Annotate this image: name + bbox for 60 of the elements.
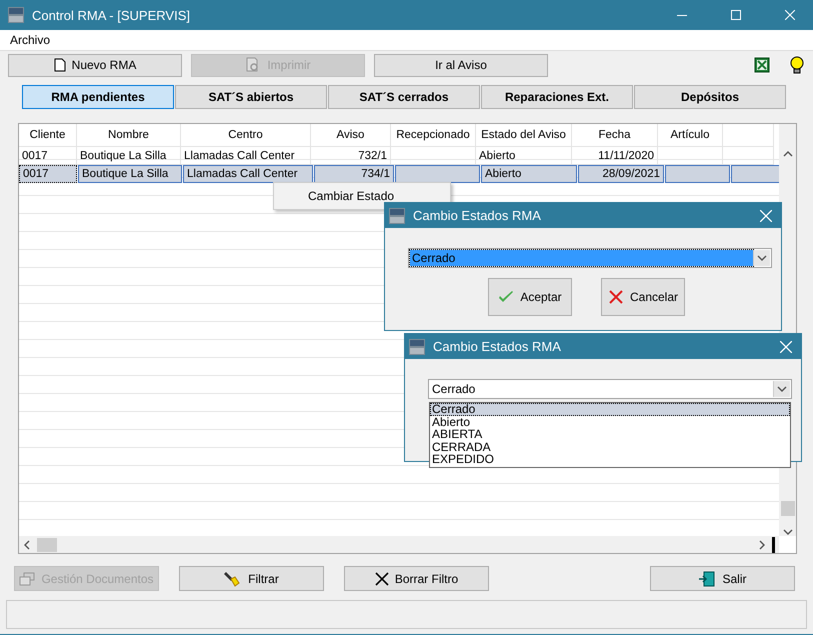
action-button[interactable]: Filtrar <box>179 566 324 591</box>
horizontal-scrollbar[interactable] <box>19 536 779 553</box>
status-select[interactable]: Cerrado <box>428 379 792 399</box>
document-icon <box>54 58 66 72</box>
spreadsheet-icon[interactable] <box>754 57 770 73</box>
close-icon[interactable] <box>780 340 792 352</box>
check-icon <box>498 290 514 304</box>
table-cell: 28/09/2021 <box>578 165 664 183</box>
table-cell: 734/1 <box>314 165 394 183</box>
table-cell: Abierto <box>481 165 577 183</box>
status-select[interactable]: Cerrado <box>408 248 772 268</box>
table-cell: 0017 <box>19 165 77 183</box>
column-header[interactable]: Recepcionado <box>391 124 476 147</box>
table-cell: Llamadas Call Center <box>183 165 313 183</box>
maximize-icon[interactable] <box>731 10 741 20</box>
close-icon <box>374 572 389 586</box>
column-header[interactable]: Artículo <box>658 124 723 147</box>
column-header[interactable]: Aviso <box>311 124 391 147</box>
app-logo-icon <box>8 7 24 23</box>
dialog-button[interactable]: Cancelar <box>601 278 685 316</box>
dropdown-option[interactable]: Cerrado <box>430 403 790 416</box>
tab[interactable]: RMA pendientes <box>22 85 174 109</box>
table-cell <box>665 165 730 183</box>
menu-item[interactable]: Archivo <box>10 33 50 47</box>
action-button[interactable]: Salir <box>650 566 795 591</box>
dropdown-option[interactable]: ABIERTA <box>430 428 790 441</box>
tab[interactable]: SAT´S cerrados <box>328 85 480 109</box>
context-menu-item[interactable]: Cambiar Estado <box>276 185 448 207</box>
toolbar-button[interactable]: Ir al Aviso <box>374 54 548 76</box>
dialog-title: Cambio Estados RMA <box>413 208 542 223</box>
column-header[interactable]: Centro <box>181 124 311 147</box>
toolbar-button[interactable]: Nuevo RMA <box>8 54 182 76</box>
action-button[interactable]: Borrar Filtro <box>344 566 489 591</box>
app-logo-icon <box>389 208 405 224</box>
column-header[interactable]: Fecha <box>572 124 658 147</box>
tab[interactable]: Depósitos <box>634 85 786 109</box>
close-icon[interactable] <box>785 10 795 20</box>
documents-icon <box>19 572 36 586</box>
scroll-thumb[interactable] <box>780 501 794 516</box>
app-logo-icon <box>409 338 425 354</box>
dialog-title: Cambio Estados RMA <box>433 339 562 354</box>
exit-door-icon <box>698 570 716 586</box>
lightbulb-icon[interactable] <box>789 56 805 74</box>
minimize-icon[interactable] <box>677 14 687 16</box>
dialog-button[interactable]: Aceptar <box>488 278 572 316</box>
flashlight-icon <box>224 570 242 586</box>
column-header[interactable]: Cliente <box>19 124 77 147</box>
window-title: Control RMA - [SUPERVIS] <box>32 8 191 22</box>
column-header[interactable]: Nombre <box>77 124 181 147</box>
tab[interactable]: SAT´S abiertos <box>175 85 327 109</box>
table-cell: Boutique La Silla <box>78 165 182 183</box>
dropdown-option[interactable]: EXPEDIDO <box>430 453 790 466</box>
close-icon <box>608 289 624 305</box>
column-header[interactable]: Estado del Aviso <box>476 124 572 147</box>
dropdown-option[interactable]: CERRADA <box>430 440 790 454</box>
tab[interactable]: Reparaciones Ext. <box>481 85 633 109</box>
close-icon[interactable] <box>760 210 772 222</box>
scroll-thumb[interactable] <box>37 538 57 552</box>
table-cell <box>731 165 779 183</box>
dropdown-option[interactable]: Abierto <box>430 416 790 428</box>
